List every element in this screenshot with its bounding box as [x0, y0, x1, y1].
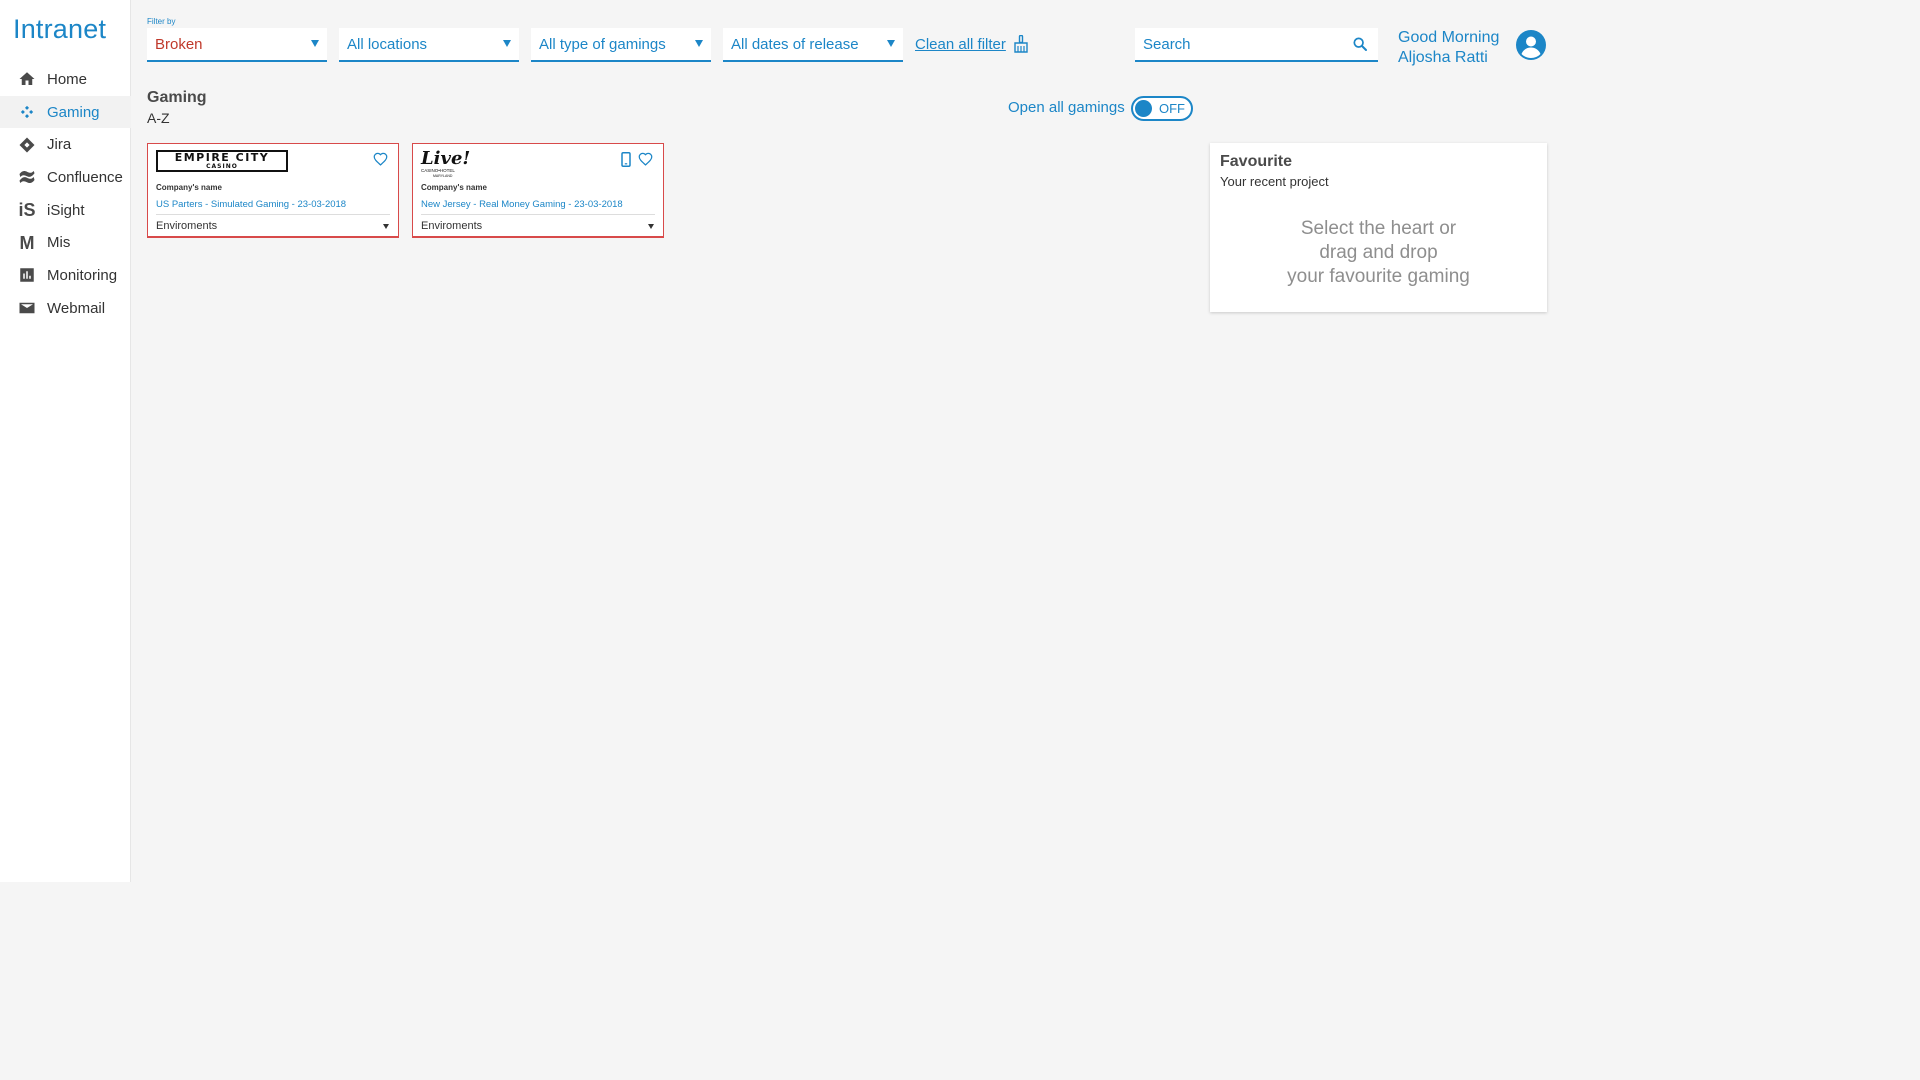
- home-icon: [17, 69, 37, 89]
- sidebar-item-label: Confluence: [47, 168, 123, 186]
- gamepad-icon: [17, 102, 37, 122]
- sidebar-item-confluence[interactable]: Confluence: [0, 161, 131, 194]
- search-icon[interactable]: [1352, 36, 1368, 52]
- location-filter-select[interactable]: All locations: [339, 28, 519, 62]
- sidebar: Intranet Home Gaming Jira Confluence iS …: [0, 0, 131, 882]
- gaming-card[interactable]: Live! CASINO•HOTEL MARYLAND Company's na…: [412, 143, 664, 238]
- chevron-down-icon[interactable]: [383, 224, 389, 229]
- search-input[interactable]: [1135, 28, 1335, 60]
- sidebar-item-gaming[interactable]: Gaming: [0, 95, 131, 129]
- environments-dropdown[interactable]: Enviroments: [156, 220, 217, 232]
- favourite-subtitle: Your recent project: [1220, 174, 1329, 189]
- heart-icon[interactable]: [373, 152, 388, 166]
- chevron-down-icon: [503, 40, 511, 47]
- empire-city-logo: EMPIRE CITY CASINO: [156, 150, 288, 172]
- clean-all-filter-link[interactable]: Clean all filter: [915, 36, 1006, 53]
- page-title: Gaming: [147, 89, 207, 106]
- card-divider: [421, 214, 655, 215]
- sort-order-label[interactable]: A-Z: [147, 110, 170, 126]
- sidebar-item-label: Home: [47, 70, 88, 88]
- status-filter-value: Broken: [155, 35, 203, 53]
- open-all-toggle[interactable]: OFF: [1131, 96, 1193, 121]
- mobile-icon: [621, 152, 631, 167]
- user-greeting: Good Morning Aljosha Ratti: [1398, 28, 1499, 68]
- chevron-down-icon: [887, 40, 895, 47]
- chevron-down-icon: [311, 40, 319, 47]
- date-filter-value: All dates of release: [731, 35, 859, 53]
- user-avatar-icon[interactable]: [1515, 29, 1547, 61]
- jira-icon: [17, 135, 37, 155]
- sidebar-nav: Home Gaming Jira Confluence iS iSight M …: [0, 63, 131, 325]
- sidebar-item-label: Mis: [47, 234, 71, 252]
- company-name: Company's name: [421, 183, 487, 192]
- mail-icon: [17, 298, 37, 318]
- date-filter-select[interactable]: All dates of release: [723, 28, 903, 62]
- isight-icon: iS: [18, 200, 36, 221]
- greeting-text: Good Morning: [1398, 29, 1500, 46]
- sidebar-item-webmail[interactable]: Webmail: [0, 292, 131, 325]
- gaming-card[interactable]: EMPIRE CITY CASINO Company's name US Par…: [147, 143, 399, 238]
- sidebar-item-label: Jira: [47, 136, 72, 154]
- user-name: Aljosha Ratti: [1398, 49, 1488, 66]
- filter-label: Filter by: [147, 17, 176, 26]
- game-info: New Jersey - Real Money Gaming - 23-03-2…: [421, 199, 623, 210]
- broom-icon[interactable]: [1013, 35, 1029, 53]
- status-filter-select[interactable]: Broken: [147, 28, 327, 62]
- toggle-knob: [1135, 100, 1152, 117]
- environments-dropdown[interactable]: Enviroments: [421, 220, 482, 232]
- sidebar-item-monitoring[interactable]: Monitoring: [0, 259, 131, 292]
- search-box: [1135, 28, 1378, 62]
- confluence-icon: [17, 167, 37, 187]
- sidebar-item-label: Webmail: [47, 299, 106, 317]
- favourite-title: Favourite: [1220, 153, 1293, 170]
- game-info: US Parters - Simulated Gaming - 23-03-20…: [156, 199, 347, 210]
- location-filter-value: All locations: [347, 35, 428, 53]
- type-filter-value: All type of gamings: [539, 35, 666, 53]
- favourite-panel[interactable]: Favourite Your recent project Select the…: [1210, 143, 1547, 312]
- sidebar-item-home[interactable]: Home: [0, 63, 131, 96]
- favourite-empty-message: Select the heart or drag and drop your f…: [1287, 218, 1470, 287]
- toggle-state: OFF: [1159, 101, 1185, 116]
- open-all-label: Open all gamings: [1008, 99, 1125, 116]
- type-filter-select[interactable]: All type of gamings: [531, 28, 711, 62]
- sidebar-item-mis[interactable]: M Mis: [0, 226, 131, 259]
- chevron-down-icon: [695, 40, 703, 47]
- chart-icon: [17, 265, 37, 285]
- mis-icon: M: [19, 232, 35, 253]
- sidebar-item-label: Monitoring: [47, 266, 118, 284]
- live-casino-logo: Live! CASINO•HOTEL MARYLAND: [421, 148, 471, 178]
- sidebar-item-label: Gaming: [47, 103, 100, 121]
- company-name: Company's name: [156, 183, 222, 192]
- heart-icon[interactable]: [638, 152, 653, 166]
- brand-title[interactable]: Intranet: [13, 14, 106, 45]
- sidebar-item-label: iSight: [47, 201, 85, 219]
- sidebar-item-jira[interactable]: Jira: [0, 128, 131, 161]
- chevron-down-icon[interactable]: [648, 224, 654, 229]
- card-divider: [156, 214, 390, 215]
- sidebar-item-isight[interactable]: iS iSight: [0, 194, 131, 227]
